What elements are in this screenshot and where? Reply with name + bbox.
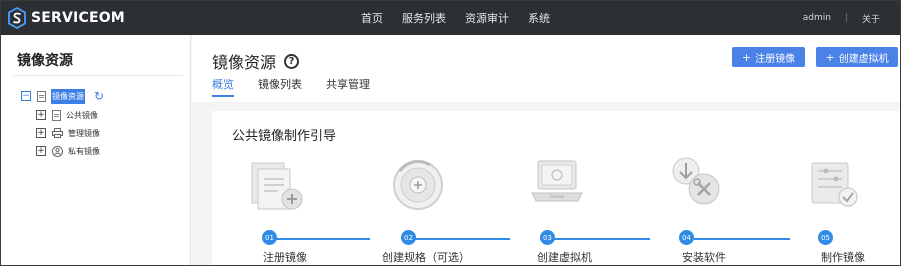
- step-label[interactable]: 创建虚拟机: [537, 249, 592, 265]
- page-title-text: 镜像资源: [212, 53, 277, 72]
- plus-icon: +: [741, 50, 752, 64]
- tree-node-label[interactable]: 私有镜像: [68, 146, 100, 157]
- nav-item-resource-audit[interactable]: 资源审计: [465, 10, 509, 26]
- disc-plus-icon: [393, 160, 443, 210]
- tab-overview[interactable]: 概览: [212, 76, 234, 98]
- page-title: 镜像资源 ?: [212, 49, 300, 73]
- nav-item-service-list[interactable]: 服务列表: [402, 10, 446, 26]
- tree-node-private-images[interactable]: + 私有镜像: [36, 144, 100, 158]
- step-connector: [694, 238, 790, 240]
- tab-bar: 概览 镜像列表 共享管理: [212, 76, 394, 98]
- top-bar: SERVICEOM 首页 服务列表 资源审计 系统 admin | 关于: [1, 1, 900, 35]
- refresh-icon[interactable]: ↻: [94, 90, 104, 102]
- about-link[interactable]: 关于: [862, 12, 880, 25]
- page-header: 镜像资源 ? + 注册镜像 + 创建虚拟机 概览 镜像列表 共享管理: [192, 35, 900, 102]
- step-number: 05: [818, 230, 833, 245]
- user-area: admin | 关于: [803, 1, 880, 35]
- expand-icon[interactable]: +: [36, 146, 46, 156]
- logo[interactable]: SERVICEOM: [7, 7, 125, 29]
- tree-node-public-images[interactable]: + 公共镜像: [36, 108, 98, 122]
- step-connector: [554, 238, 650, 240]
- logo-text: SERVICEOM: [31, 10, 125, 26]
- tree-node-root[interactable]: − 镜像资源 ↻: [21, 88, 104, 104]
- printer-icon: [52, 128, 63, 139]
- step-number: 03: [540, 230, 555, 245]
- tab-image-list[interactable]: 镜像列表: [258, 76, 302, 98]
- create-vm-button[interactable]: + 创建虚拟机: [816, 47, 898, 67]
- divider: [13, 75, 183, 76]
- user-icon: [52, 145, 63, 157]
- create-vm-label: 创建虚拟机: [838, 53, 889, 65]
- step-label[interactable]: 制作镜像: [821, 249, 865, 265]
- nav-item-system[interactable]: 系统: [528, 10, 550, 26]
- expand-icon[interactable]: +: [36, 110, 46, 120]
- step-label[interactable]: 安装软件: [682, 249, 726, 265]
- step-label[interactable]: 注册镜像: [263, 249, 307, 265]
- document-icon: [37, 90, 46, 102]
- install-tools-icon: [672, 157, 720, 205]
- expand-icon[interactable]: +: [36, 128, 46, 138]
- register-image-label: 注册镜像: [755, 53, 796, 65]
- sidebar: 镜像资源 − 镜像资源 ↻ + 公共镜像 + 管理镜像 + 私有镜像: [1, 35, 191, 265]
- guide-card: 公共镜像制作引导 01 02 03 04 05 注册镜像 创建规格（可选） 创建…: [212, 111, 900, 265]
- step-label[interactable]: 创建规格（可选）: [382, 249, 470, 265]
- tree-node-label[interactable]: 镜像资源: [51, 88, 85, 104]
- plus-icon: +: [825, 50, 835, 64]
- step-number: 01: [262, 230, 277, 245]
- collapse-icon[interactable]: −: [21, 91, 31, 101]
- step-number: 02: [401, 230, 416, 245]
- logo-mark-icon: [8, 7, 26, 29]
- guide-title: 公共镜像制作引导: [232, 129, 337, 144]
- tab-share-management[interactable]: 共享管理: [326, 76, 370, 98]
- nav-item-home[interactable]: 首页: [361, 10, 383, 26]
- top-nav: 首页 服务列表 资源审计 系统: [361, 1, 569, 35]
- step-number: 04: [679, 230, 694, 245]
- app-window: SERVICEOM 首页 服务列表 资源审计 系统 admin | 关于 镜像资…: [0, 0, 901, 266]
- document-stack-icon: [251, 162, 303, 210]
- step-connector: [414, 238, 510, 240]
- device-check-icon: [811, 162, 858, 207]
- help-icon[interactable]: ?: [284, 53, 300, 69]
- tree-node-label[interactable]: 公共镜像: [66, 110, 98, 121]
- tree-node-managed-images[interactable]: + 管理镜像: [36, 126, 100, 140]
- tree-node-label[interactable]: 管理镜像: [68, 128, 100, 139]
- step-connector: [274, 238, 370, 240]
- sidebar-title: 镜像资源: [17, 53, 73, 69]
- document-icon: [52, 109, 61, 121]
- laptop-icon: [531, 160, 583, 202]
- divider: |: [844, 13, 848, 23]
- user-name[interactable]: admin: [803, 13, 831, 23]
- register-image-button[interactable]: + 注册镜像: [732, 47, 805, 67]
